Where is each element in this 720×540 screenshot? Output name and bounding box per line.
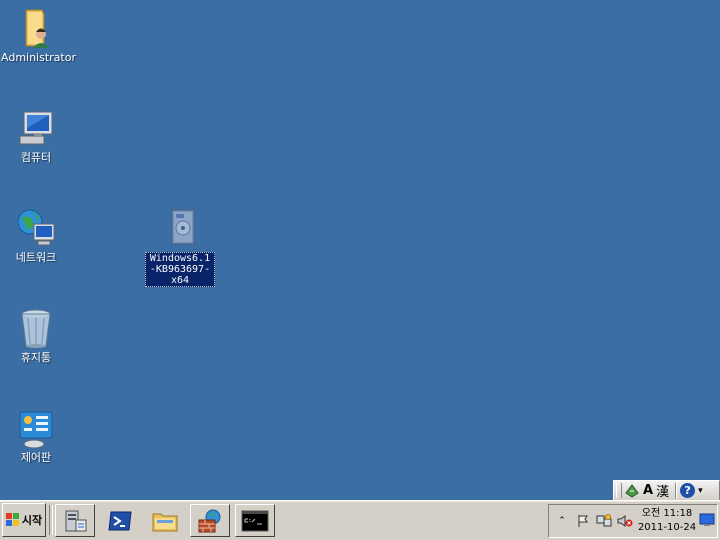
- installer-package-icon: [158, 206, 202, 250]
- folder-explorer-icon: [152, 513, 178, 531]
- desktop: Administrator 컴퓨터 네트워크 휴지통 제어판 Windows6.…: [0, 0, 720, 500]
- network-icon: [14, 206, 58, 250]
- language-bar: A 漢 ? ▾: [613, 480, 720, 501]
- action-center-flag-icon[interactable]: [575, 513, 591, 529]
- taskbar-powershell-button[interactable]: [100, 504, 140, 537]
- start-label: 시작: [21, 514, 43, 527]
- desktop-icon-label: 네트워크: [15, 251, 57, 264]
- powershell-icon: [108, 511, 132, 530]
- desktop-icon-computer[interactable]: 컴퓨터: [0, 106, 72, 164]
- show-hidden-icons-chevron-icon[interactable]: ⌃: [554, 513, 570, 529]
- user-folder-icon: [14, 6, 58, 50]
- taskbar-separator: [49, 505, 53, 535]
- desktop-icon-label: 휴지통: [20, 351, 52, 364]
- command-prompt-icon: [241, 510, 269, 531]
- taskbar-explorer-button[interactable]: [145, 504, 185, 537]
- help-icon[interactable]: ?: [680, 482, 696, 499]
- ime-mode-toggle[interactable]: A: [643, 482, 653, 499]
- ime-pad-icon[interactable]: [624, 482, 640, 499]
- notification-area: ⌃ 오전 11:18 2011-10-24: [548, 504, 718, 538]
- start-button[interactable]: 시작: [2, 503, 46, 537]
- clock-time: 오전 11:18: [641, 508, 693, 519]
- desktop-icon-control-panel[interactable]: 제어판: [0, 406, 72, 464]
- server-manager-icon: [65, 510, 87, 531]
- help-glyph: ?: [680, 483, 696, 498]
- desktop-icon-label: 제어판: [20, 451, 52, 464]
- desktop-icon-administrator[interactable]: Administrator: [0, 6, 76, 64]
- clock-date: 2011-10-24: [637, 522, 697, 533]
- language-bar-grip[interactable]: [616, 483, 622, 498]
- taskbar: 시작 ⌃ 오전 11:18 2011-10-24: [0, 500, 720, 540]
- hanja-convert-button[interactable]: 漢: [656, 482, 669, 500]
- taskbar-server-manager-button[interactable]: [55, 504, 95, 537]
- windows-flag-icon: [5, 513, 20, 527]
- desktop-icon-label: Windows6.1-KB963697-x64: [145, 252, 215, 287]
- show-desktop-icon[interactable]: [699, 513, 715, 527]
- desktop-icon-label: Administrator: [1, 51, 76, 64]
- volume-muted-icon[interactable]: [617, 513, 633, 529]
- language-bar-separator: [675, 482, 678, 499]
- recycle-bin-icon: [14, 306, 58, 350]
- network-status-icon[interactable]: [596, 513, 612, 529]
- desktop-icon-recycle-bin[interactable]: 휴지통: [0, 306, 72, 364]
- computer-icon: [14, 106, 58, 150]
- firewall-icon: [198, 509, 221, 532]
- desktop-icon-installer-package[interactable]: Windows6.1-KB963697-x64: [144, 206, 216, 287]
- taskbar-firewall-button[interactable]: [190, 504, 230, 537]
- clock[interactable]: 오전 11:18 2011-10-24: [635, 507, 699, 535]
- control-panel-icon: [14, 406, 58, 450]
- language-bar-options-chevron-icon[interactable]: ▾: [698, 482, 703, 499]
- taskbar-command-prompt-button[interactable]: [235, 504, 275, 537]
- desktop-icon-network[interactable]: 네트워크: [0, 206, 72, 264]
- desktop-icon-label: 컴퓨터: [20, 151, 52, 164]
